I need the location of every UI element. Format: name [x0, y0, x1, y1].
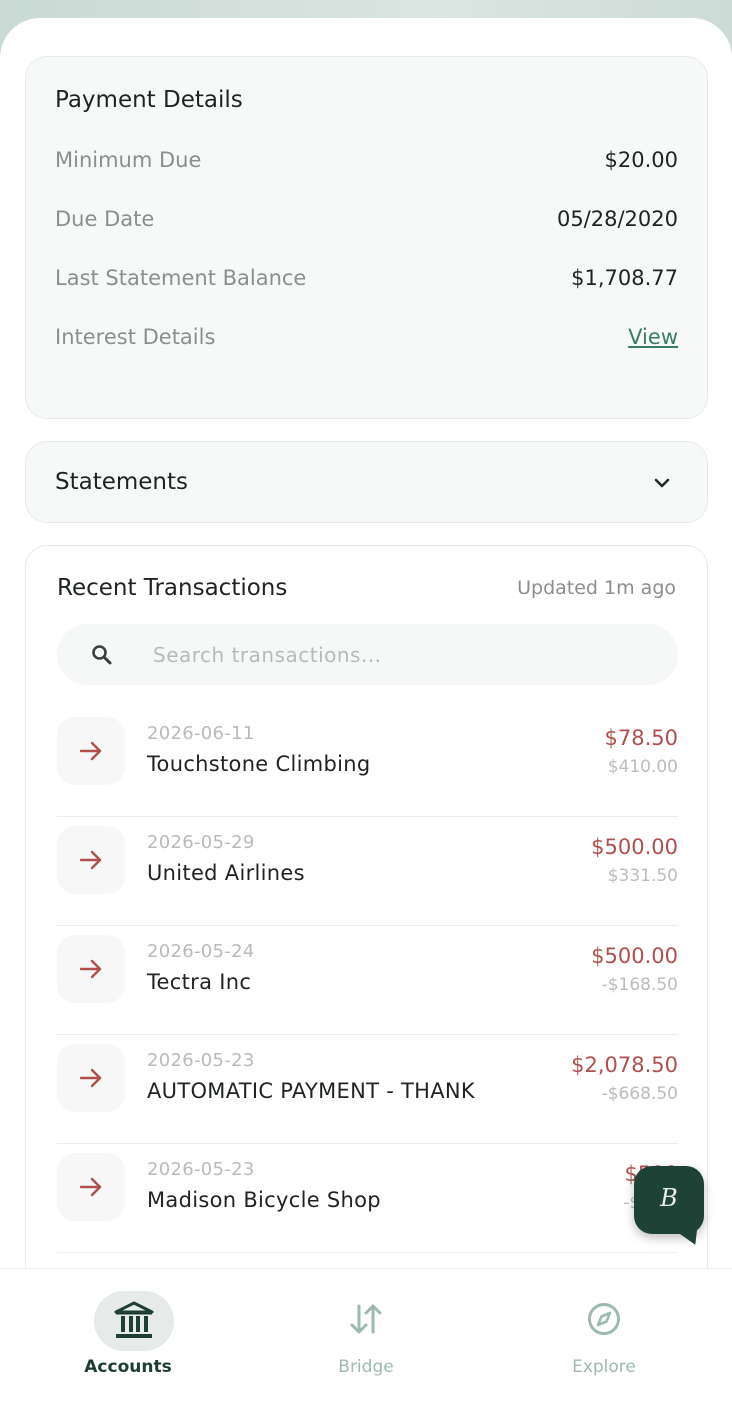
- transaction-amount: $78.50: [604, 726, 678, 750]
- transaction-icon: [57, 717, 125, 785]
- transaction-balance: $410.00: [607, 757, 678, 777]
- transaction-row[interactable]: 2026-06-11 Touchstone Climbing $78.50 $4…: [57, 708, 678, 817]
- transaction-name: Tectra Inc: [147, 970, 252, 994]
- interest-details-view-link[interactable]: View: [628, 325, 678, 349]
- transaction-row[interactable]: 2026-05-23 AUTOMATIC PAYMENT - THANK $2,…: [57, 1035, 678, 1144]
- last-statement-balance-value: $1,708.77: [571, 266, 678, 290]
- transaction-name: Madison Bicycle Shop: [147, 1188, 381, 1212]
- transaction-icon: [57, 1044, 125, 1112]
- transaction-icon: [57, 1153, 125, 1221]
- nav-item-bridge[interactable]: Bridge: [244, 1269, 488, 1406]
- transaction-date: 2026-05-23: [147, 1050, 255, 1071]
- arrow-right-icon: [79, 1177, 102, 1197]
- nav-item-accounts[interactable]: Accounts: [6, 1269, 250, 1406]
- recent-transactions-card: Recent Transactions Updated 1m ago 2026-…: [25, 545, 708, 1339]
- transaction-balance: -$668.50: [601, 1084, 678, 1104]
- assistant-logo: B: [660, 1184, 678, 1212]
- arrow-right-icon: [79, 850, 102, 870]
- bank-icon: [114, 1301, 154, 1338]
- statements-title: Statements: [55, 469, 189, 495]
- payment-details-title: Payment Details: [55, 87, 243, 113]
- recent-transactions-title: Recent Transactions: [57, 575, 288, 601]
- due-date-value: 05/28/2020: [556, 207, 678, 231]
- statements-accordion[interactable]: Statements: [25, 441, 708, 523]
- minimum-due-label: Minimum Due: [55, 148, 202, 172]
- interest-details-label: Interest Details: [55, 325, 216, 349]
- transaction-row[interactable]: 2026-05-29 United Airlines $500.00 $331.…: [57, 817, 678, 926]
- arrow-right-icon: [79, 741, 102, 761]
- search-icon: [92, 645, 112, 665]
- due-date-label: Due Date: [55, 207, 155, 231]
- arrow-right-icon: [79, 1068, 102, 1088]
- nav-label-explore: Explore: [572, 1357, 636, 1377]
- transaction-balance: $331.50: [607, 866, 678, 886]
- transaction-date: 2026-06-11: [147, 723, 255, 744]
- arrow-right-icon: [79, 959, 102, 979]
- chevron-down-icon: [654, 478, 670, 488]
- transaction-list: 2026-06-11 Touchstone Climbing $78.50 $4…: [57, 708, 678, 1339]
- transaction-row[interactable]: 2026-05-24 Tectra Inc $500.00 -$168.50: [57, 926, 678, 1035]
- transaction-balance: -$168.50: [601, 975, 678, 995]
- transaction-date: 2026-05-29: [147, 832, 255, 853]
- chat-assistant-button[interactable]: B: [634, 1166, 705, 1250]
- compass-icon: [588, 1303, 620, 1335]
- transaction-name: Touchstone Climbing: [147, 752, 371, 776]
- main-sheet: Payment Details Minimum Due $20.00 Due D…: [0, 18, 732, 1406]
- nav-label-accounts: Accounts: [84, 1357, 172, 1377]
- transaction-icon: [57, 935, 125, 1003]
- transaction-row[interactable]: 2026-05-23 Madison Bicycle Shop $500 -$2…: [57, 1144, 678, 1253]
- transaction-amount: $500.00: [591, 944, 678, 968]
- transaction-name: United Airlines: [147, 861, 305, 885]
- transaction-amount: $2,078.50: [571, 1053, 678, 1077]
- transaction-name: AUTOMATIC PAYMENT - THANK: [147, 1079, 476, 1103]
- transaction-icon: [57, 826, 125, 894]
- minimum-due-value: $20.00: [604, 148, 678, 172]
- last-statement-balance-label: Last Statement Balance: [55, 266, 307, 290]
- nav-label-bridge: Bridge: [338, 1357, 394, 1377]
- transfer-arrows-icon: [350, 1304, 382, 1334]
- updated-timestamp: Updated 1m ago: [517, 577, 676, 599]
- search-input[interactable]: [153, 624, 653, 685]
- bottom-navigation: Accounts Bridge Explore: [0, 1268, 732, 1406]
- transaction-date: 2026-05-24: [147, 941, 255, 962]
- nav-item-explore[interactable]: Explore: [482, 1269, 726, 1406]
- transaction-amount: $500.00: [591, 835, 678, 859]
- search-bar: [57, 624, 678, 685]
- payment-details-card: Payment Details Minimum Due $20.00 Due D…: [25, 56, 708, 419]
- transaction-date: 2026-05-23: [147, 1159, 255, 1180]
